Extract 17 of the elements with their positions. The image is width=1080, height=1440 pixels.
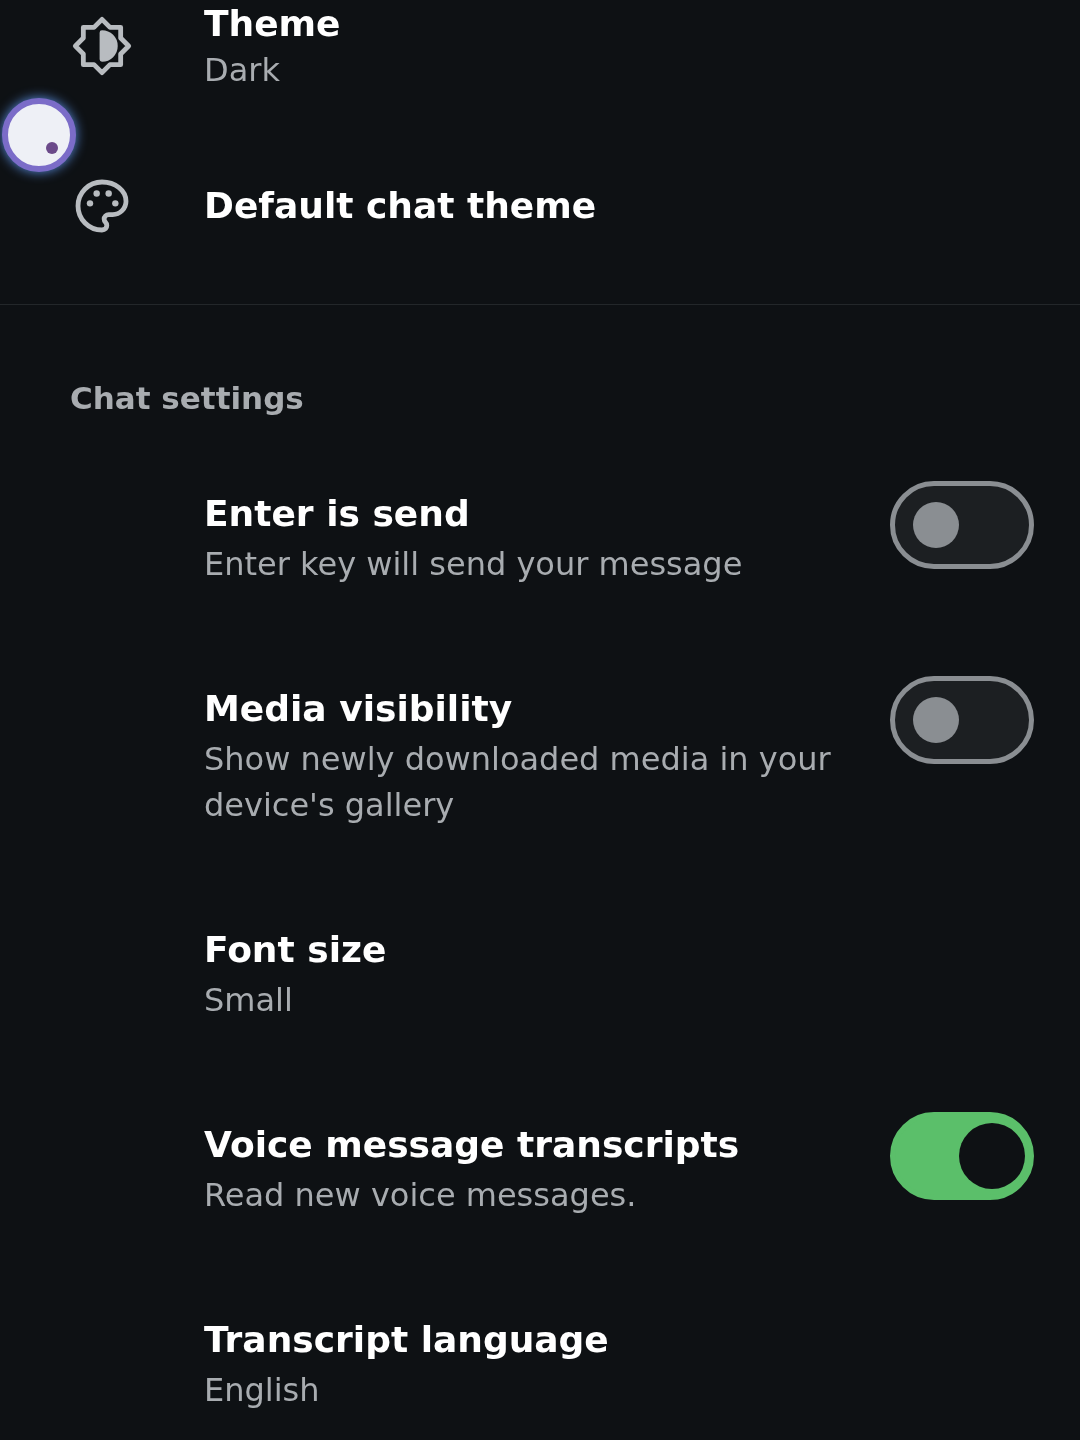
settings-row[interactable]: Default chat theme	[0, 108, 1080, 304]
setting-title: Font size	[204, 927, 388, 972]
setting-description: Enter key will send your message	[204, 543, 744, 585]
setting-title: Transcript language	[204, 1317, 610, 1362]
floating-button[interactable]	[2, 98, 76, 172]
setting-title: Theme	[204, 2, 341, 46]
section-header: Chat settings	[70, 380, 304, 416]
setting-title: Voice message transcripts	[204, 1122, 741, 1167]
setting-value: Dark	[204, 50, 281, 91]
setting-description: Small	[204, 979, 294, 1021]
setting-description: Show newly downloaded media in your device's gallery	[204, 738, 832, 826]
brightness-icon	[70, 14, 134, 78]
setting-title: Media visibility	[204, 686, 514, 731]
setting-title: Default chat theme	[204, 184, 597, 228]
setting-title: Enter is send	[204, 491, 471, 536]
setting-description: English	[204, 1369, 321, 1411]
setting-description: Read new voice messages.	[204, 1174, 638, 1216]
